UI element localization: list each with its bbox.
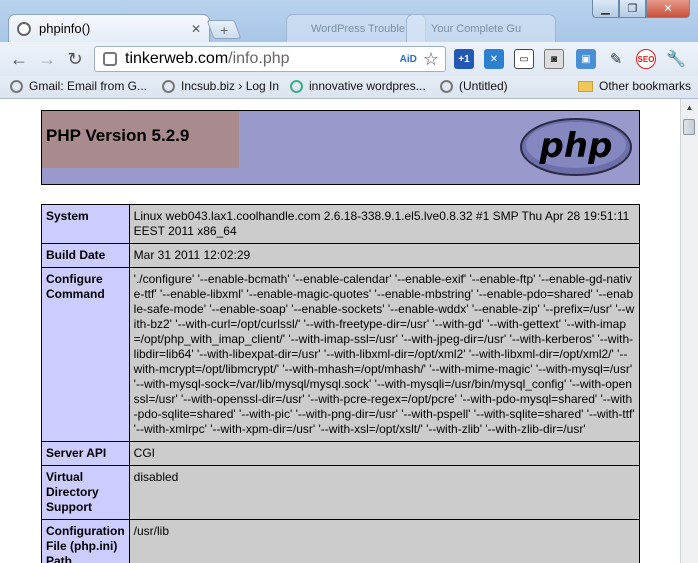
page-viewport: PHP Version 5.2.9 php System Linux web043… [0, 99, 680, 563]
aid-extension-icon[interactable]: AiD [400, 54, 417, 65]
row-value: Linux web043.lax1.coolhandle.com 2.6.18-… [128, 204, 641, 244]
bookmark-untitled[interactable]: (Untitled) [440, 79, 508, 93]
phpinfo-header: PHP Version 5.2.9 php [41, 110, 640, 185]
x-extension-icon[interactable]: ✕ [484, 49, 504, 69]
other-bookmarks[interactable]: Other bookmarks [578, 79, 691, 93]
php-version-title: PHP Version 5.2.9 [46, 126, 190, 145]
wrench-menu-icon[interactable]: 🔧 [666, 49, 686, 69]
row-key: Virtual Directory Support [41, 465, 130, 520]
row-key: System [41, 204, 130, 244]
page-favicon-icon [17, 21, 31, 36]
folder-icon [578, 80, 593, 92]
table-row: Build Date Mar 31 2011 12:02:29 [41, 243, 641, 268]
other-bookmarks-label: Other bookmarks [599, 79, 692, 93]
bookmarks-bar: Gmail: Email from G... Incsub.biz › Log … [0, 76, 698, 99]
tab-background-2-title: Your Complete Gu [431, 22, 522, 35]
scroll-up-arrow-icon[interactable]: ▲ [683, 101, 696, 114]
tab-title: phpinfo() [39, 21, 91, 36]
address-url[interactable]: tinkerweb.com/info.php [125, 50, 400, 68]
tab-close-icon[interactable]: ✕ [189, 22, 203, 36]
table-row: Server API CGI [41, 441, 641, 466]
row-key: Build Date [41, 243, 130, 268]
bookmark-incsub[interactable]: Incsub.biz › Log In [162, 79, 279, 93]
tab-background-1[interactable]: WordPress Trouble [286, 14, 426, 42]
bookmark-innovative[interactable]: innovative wordpres... [290, 79, 426, 93]
phpinfo-table: System Linux web043.lax1.coolhandle.com 2… [41, 204, 641, 563]
php-version-box: PHP Version 5.2.9 [42, 111, 239, 168]
table-row: Configure Command './configure' '--enable… [41, 267, 641, 442]
row-key: Configure Command [41, 267, 130, 442]
row-value: Mar 31 2011 12:02:29 [128, 243, 641, 268]
browser-toolbar: ← → ↻ tinkerweb.com/info.php AiD ☆ +1 ✕ … [0, 42, 698, 76]
globe-icon [10, 79, 23, 93]
maximize-button[interactable]: ❐ [619, 0, 646, 18]
table-row: System Linux web043.lax1.coolhandle.com 2… [41, 204, 641, 244]
seo-extension-icon[interactable]: SEO [636, 49, 656, 69]
bookmark-label: Incsub.biz › Log In [181, 79, 280, 93]
window-titlebar: phpinfo() ✕ + WordPress Trouble Your Com… [0, 0, 698, 42]
url-host: tinkerweb.com [125, 50, 229, 67]
camera-extension-icon[interactable]: ◙ [544, 49, 564, 69]
tab-background-2[interactable]: Your Complete Gu [406, 14, 556, 42]
row-value: /usr/lib [128, 519, 641, 563]
eyedropper-extension-icon[interactable]: ✎ [606, 49, 626, 69]
page-info-icon[interactable] [103, 52, 117, 66]
bookmark-gmail[interactable]: Gmail: Email from G... [10, 79, 147, 93]
ruler-extension-icon[interactable]: ▭ [514, 49, 534, 69]
new-tab-button[interactable]: + [206, 20, 242, 39]
vertical-scrollbar[interactable]: ▲ [680, 99, 698, 563]
url-path: /info.php [228, 50, 290, 67]
bookmark-label: Gmail: Email from G... [29, 79, 148, 93]
tab-background-1-title: WordPress Trouble [311, 22, 405, 35]
window-close-button[interactable]: ✕ [646, 0, 690, 18]
row-value: './configure' '--enable-bcmath' '--enabl… [128, 267, 641, 442]
table-row: Configuration File (php.ini) Path/usr/li… [41, 519, 641, 563]
address-bar[interactable]: tinkerweb.com/info.php AiD ☆ [94, 46, 446, 72]
globe-icon [440, 79, 453, 93]
globe-icon [162, 79, 175, 93]
bookmark-label: (Untitled) [459, 79, 508, 93]
table-row: Virtual Directory Support disabled [41, 465, 641, 520]
row-value: disabled [128, 465, 641, 520]
screenshot-extension-icon[interactable]: ▣ [576, 49, 596, 69]
php-logo-icon: php [520, 118, 632, 176]
bookmark-star-icon[interactable]: ☆ [423, 49, 439, 70]
google-icon [290, 79, 303, 93]
row-value: CGI [128, 441, 641, 466]
forward-button[interactable]: → [36, 48, 58, 70]
tab-phpinfo[interactable]: phpinfo() ✕ [8, 14, 210, 42]
scroll-thumb[interactable] [683, 119, 695, 135]
row-key: Server API [41, 441, 130, 466]
minimize-button[interactable]: ▁ [592, 0, 619, 18]
svg-text:php: php [539, 126, 613, 166]
reload-button[interactable]: ↻ [64, 48, 86, 70]
row-key: Configuration File (php.ini) Path [41, 519, 130, 563]
plusone-extension-icon[interactable]: +1 [454, 49, 474, 69]
bookmark-label: innovative wordpres... [309, 79, 426, 93]
back-button[interactable]: ← [8, 48, 30, 70]
window-controls: ▁ ❐ ✕ [592, 0, 690, 18]
